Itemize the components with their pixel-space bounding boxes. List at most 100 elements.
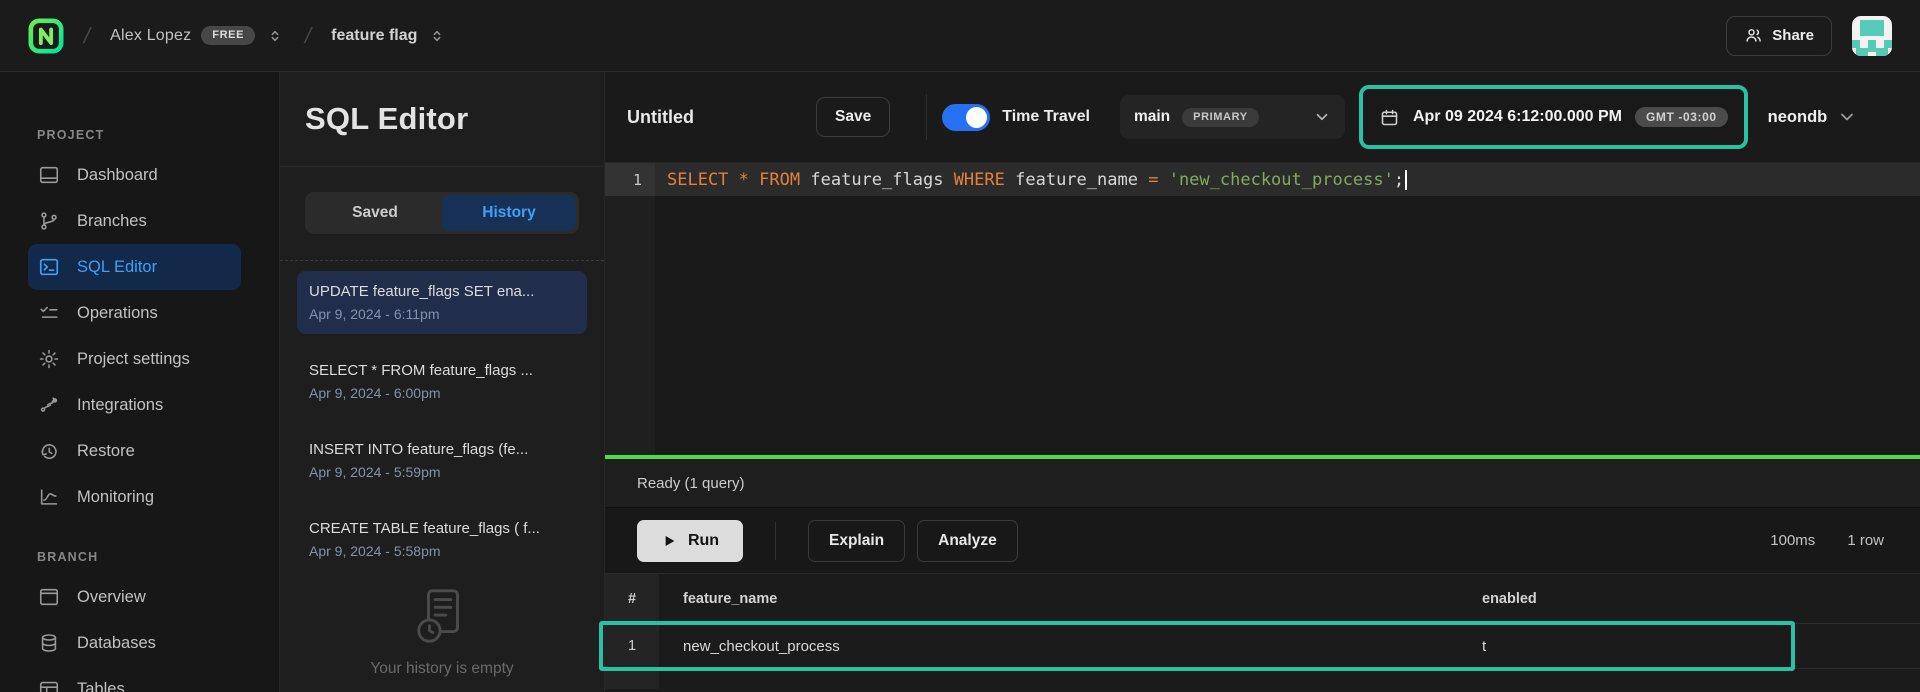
tab-saved[interactable]: Saved — [308, 195, 442, 231]
calendar-icon — [1379, 107, 1400, 128]
branch-primary-badge: PRIMARY — [1182, 108, 1259, 127]
sidebar-item-restore[interactable]: Restore — [28, 428, 241, 474]
run-label: Run — [688, 532, 719, 550]
databases-icon — [38, 632, 60, 654]
history-empty-text: Your history is empty — [370, 660, 513, 678]
query-title[interactable]: Untitled — [627, 107, 694, 128]
overview-icon — [38, 586, 60, 608]
sidebar-item-label: Operations — [77, 304, 158, 323]
time-travel-toggle[interactable] — [942, 104, 990, 131]
history-item[interactable]: INSERT INTO feature_flags (fe...Apr 9, 2… — [297, 429, 587, 492]
sidebar-item-operations[interactable]: Operations — [28, 290, 241, 336]
query-duration: 100ms — [1770, 532, 1815, 549]
play-icon — [661, 533, 677, 549]
save-button[interactable]: Save — [816, 97, 890, 137]
neon-logo[interactable] — [28, 18, 64, 54]
restore-icon — [38, 440, 60, 462]
sql-token — [728, 170, 738, 190]
sidebar-item-label: Restore — [77, 442, 135, 461]
table-cell: t — [1482, 638, 1920, 655]
avatar[interactable] — [1852, 16, 1892, 56]
sql-token: feature_flags — [810, 170, 943, 190]
chevron-down-icon — [1837, 107, 1857, 127]
sql-token — [749, 170, 759, 190]
operations-icon — [38, 302, 60, 324]
sql-token — [1138, 170, 1148, 190]
sql-token: WHERE — [954, 170, 1005, 190]
code-editor[interactable]: 1 SELECT * FROM feature_flags WHERE feat… — [605, 163, 1920, 455]
history-item-timestamp: Apr 9, 2024 - 5:59pm — [309, 462, 575, 482]
chevron-down-icon — [1313, 108, 1331, 126]
sidebar-item-label: Branches — [77, 212, 147, 231]
history-item-timestamp: Apr 9, 2024 - 5:58pm — [309, 541, 575, 561]
sql-token: feature_name — [1015, 170, 1138, 190]
history-item-sql: SELECT * FROM feature_flags ... — [309, 360, 575, 381]
project-sidebar: PROJECTDashboard Branches SQL Editor Operat… — [0, 72, 280, 692]
history-item-sql: INSERT INTO feature_flags (fe... — [309, 439, 575, 460]
database-selector[interactable]: neondb — [1768, 107, 1876, 127]
sidebar-item-branches[interactable]: Branches — [28, 198, 241, 244]
sidebar-item-databases[interactable]: Databases — [28, 620, 241, 666]
run-button[interactable]: Run — [637, 520, 743, 562]
sql-editor-panel: SQL Editor SavedHistory UPDATE feature_f… — [280, 72, 605, 692]
sql-token — [1158, 170, 1168, 190]
editor-toolbar: Untitled Save Time Travel main PRIMARY — [605, 72, 1920, 163]
table-row[interactable]: 1new_checkout_processt — [605, 624, 1920, 669]
editor-active-line[interactable]: 1 SELECT * FROM feature_flags WHERE feat… — [605, 163, 1920, 196]
settings-icon — [38, 348, 60, 370]
branches-icon — [38, 210, 60, 232]
sidebar-item-label: Project settings — [77, 350, 190, 369]
history-item[interactable]: CREATE TABLE feature_flags ( f...Apr 9, … — [297, 508, 587, 571]
line-number: 1 — [605, 163, 655, 196]
sidebar-item-label: SQL Editor — [77, 258, 157, 277]
explain-button[interactable]: Explain — [808, 520, 905, 562]
sidebar-item-monitoring[interactable]: Monitoring — [28, 474, 241, 520]
sidebar-section-header: BRANCH — [0, 520, 279, 574]
query-status-bar: Ready (1 query) — [605, 455, 1920, 507]
history-item[interactable]: UPDATE feature_flags SET ena...Apr 9, 20… — [297, 271, 587, 334]
sidebar-item-sql-editor[interactable]: SQL Editor — [28, 244, 241, 290]
tab-history[interactable]: History — [442, 195, 576, 231]
branch-selector[interactable]: main PRIMARY — [1120, 95, 1345, 139]
time-travel-datetime-picker[interactable]: Apr 09 2024 6:12:00.000 PM GMT -03:00 — [1363, 89, 1744, 145]
sidebar-section-header: PROJECT — [0, 128, 279, 152]
sidebar-item-tables[interactable]: Tables — [28, 666, 241, 692]
sql-token: ; — [1394, 170, 1404, 190]
actions-divider — [775, 522, 776, 560]
share-users-icon — [1744, 26, 1763, 45]
history-item-timestamp: Apr 9, 2024 - 6:11pm — [309, 304, 575, 324]
project-switcher-icon[interactable] — [427, 25, 447, 47]
query-actions: Run Explain Analyze 100ms 1 row — [605, 507, 1920, 573]
sidebar-item-dashboard[interactable]: Dashboard — [28, 152, 241, 198]
analyze-button[interactable]: Analyze — [917, 520, 1018, 562]
sql-token — [943, 170, 953, 190]
history-empty-icon — [411, 586, 473, 648]
sql-token — [800, 170, 810, 190]
monitoring-icon — [38, 486, 60, 508]
panel-header: SQL Editor — [280, 72, 604, 167]
history-item-timestamp: Apr 9, 2024 - 6:00pm — [309, 383, 575, 403]
sidebar-item-integrations[interactable]: Integrations — [28, 382, 241, 428]
sidebar-item-project-settings[interactable]: Project settings — [28, 336, 241, 382]
history-item[interactable]: SELECT * FROM feature_flags ...Apr 9, 20… — [297, 350, 587, 413]
text-cursor — [1405, 170, 1407, 190]
history-empty-state: Your history is empty — [280, 586, 604, 678]
timezone-badge: GMT -03:00 — [1635, 107, 1728, 127]
org-switcher-icon[interactable] — [265, 25, 285, 47]
breadcrumb-project: feature flag — [331, 25, 447, 47]
page-title: SQL Editor — [305, 101, 468, 137]
editor-gutter — [605, 163, 655, 455]
history-list: UPDATE feature_flags SET ena...Apr 9, 20… — [280, 261, 604, 587]
breadcrumb-slash: / — [296, 23, 320, 49]
sidebar-item-overview[interactable]: Overview — [28, 574, 241, 620]
tables-icon — [38, 678, 60, 692]
share-label: Share — [1772, 27, 1814, 44]
history-item-sql: CREATE TABLE feature_flags ( f... — [309, 518, 575, 539]
column-header-enabled: enabled — [1482, 591, 1920, 607]
top-bar: / Alex Lopez FREE / feature flag Share — [0, 0, 1920, 72]
results-table: #feature_nameenabled1new_checkout_proces… — [605, 573, 1920, 692]
sidebar-section-branch: BRANCHOverviewDatabasesTables — [0, 520, 279, 692]
share-button[interactable]: Share — [1726, 16, 1832, 56]
column-header-index: # — [605, 574, 659, 623]
results-index-gutter — [605, 669, 659, 689]
